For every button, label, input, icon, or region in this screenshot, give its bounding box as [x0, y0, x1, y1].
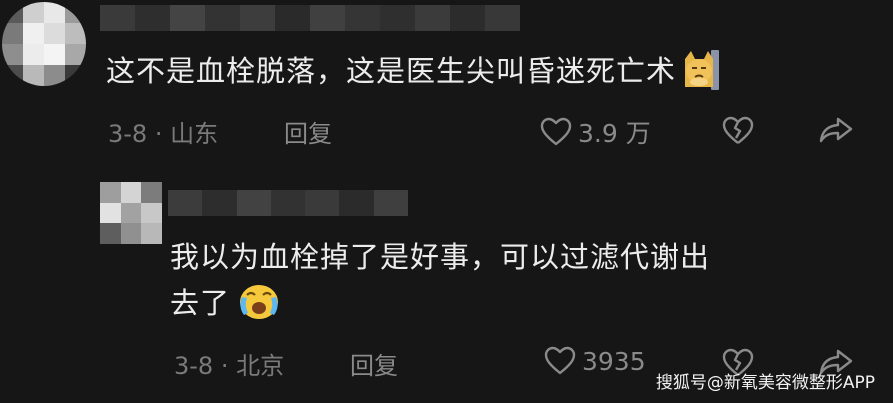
crying-face-emoji: [240, 285, 279, 319]
avatar[interactable]: [2, 2, 86, 86]
like-count: 3.9 万: [578, 119, 651, 148]
cat-face-emoji: [685, 50, 720, 90]
comment-text-line-1: 我以为血栓掉了是好事，可以过滤代谢出: [170, 240, 711, 274]
comment-text-line-2-wrap: 去了: [170, 280, 830, 326]
comment-date-location: 3-8 · 山东: [108, 120, 219, 148]
share-arrow-icon: [819, 117, 853, 143]
share-button[interactable]: [818, 116, 854, 150]
heart-outline-icon: [540, 117, 572, 146]
dislike-button[interactable]: [722, 116, 754, 152]
username-blurred[interactable]: [168, 190, 408, 216]
watermark: 搜狐号@新氧美容微整形APP: [655, 373, 875, 393]
comment-text: 这不是血栓脱落，这是医生尖叫昏迷死亡术: [106, 48, 720, 94]
like-button[interactable]: 3.9 万: [540, 114, 651, 150]
comment-text: 我以为血栓掉了是好事，可以过滤代谢出 去了: [170, 234, 830, 326]
comment-text-line-2: 去了: [170, 286, 231, 320]
comment-item: 这不是血栓脱落，这是医生尖叫昏迷死亡术 3-8 · 山东 回复 3.9 万: [0, 0, 893, 175]
username-blurred[interactable]: [100, 5, 520, 31]
reply-button[interactable]: 回复: [350, 346, 398, 381]
like-button[interactable]: 3935: [544, 346, 646, 376]
heart-outline-icon: [544, 346, 576, 375]
reply-button[interactable]: 回复: [284, 114, 332, 149]
comment-text-content: 这不是血栓脱落，这是医生尖叫昏迷死亡术: [106, 54, 677, 88]
avatar[interactable]: [100, 182, 162, 244]
like-count: 3935: [582, 346, 646, 376]
comment-date-location: 3-8 · 北京: [174, 352, 285, 380]
broken-heart-icon: [722, 116, 754, 144]
